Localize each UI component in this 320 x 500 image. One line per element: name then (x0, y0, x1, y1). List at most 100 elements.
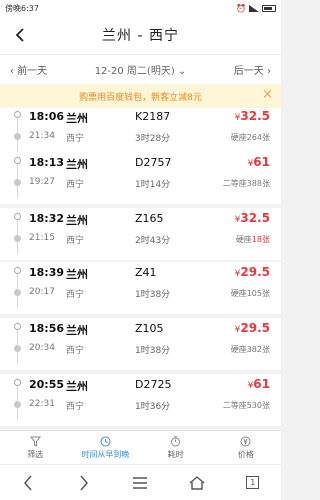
page-title: 兰州 - 西宁 (102, 28, 179, 44)
travel-duration: 3时28分 (135, 134, 171, 144)
seat-type: 二等座 (222, 401, 247, 410)
promo-banner[interactable]: 购票用百度钱包，新客立减8元 × (0, 84, 281, 108)
prev-day-button[interactable]: ‹ 前一天 (10, 62, 47, 77)
train-number: Z41 (135, 266, 157, 279)
tab-timer[interactable]: 耗时 (141, 431, 211, 464)
arrival-time: 19:27 (29, 177, 55, 187)
travel-duration: 1时36分 (135, 402, 171, 412)
train-number: Z165 (135, 212, 164, 225)
alarm-icon: ⏰ (236, 3, 246, 13)
origin-station: 兰州 (66, 268, 88, 281)
next-day-label: 后一天 (233, 66, 264, 77)
arrival-dot-icon (14, 133, 21, 140)
origin-station: 兰州 (66, 380, 88, 393)
ticket-price: ¥29.5 (235, 265, 270, 279)
tab-count: 1 (246, 476, 260, 489)
chevron-left-icon (15, 28, 24, 42)
seat-type: 硬座 (230, 133, 247, 142)
destination-station: 西宁 (66, 236, 85, 246)
tabs-button[interactable]: 1 (238, 469, 268, 497)
chevron-left-icon (24, 475, 32, 490)
departure-dot-icon (14, 213, 21, 220)
tab-label: 价格 (237, 449, 254, 459)
prev-day-label: 前一天 (17, 66, 48, 77)
destination-station: 西宁 (66, 402, 85, 412)
back-button[interactable] (10, 24, 30, 46)
departure-time: 18:32 (29, 212, 65, 225)
clock-icon (100, 436, 111, 449)
ticket-price: ¥61 (248, 377, 270, 391)
origin-station: 兰州 (66, 214, 88, 227)
seat-type: 二等座 (222, 179, 247, 188)
seat-count: 382张 (246, 345, 270, 354)
seat-availability: 硬座18张 (236, 234, 270, 245)
timer-icon (170, 435, 181, 449)
tab-price[interactable]: 价格 (211, 431, 281, 464)
close-icon[interactable]: × (262, 87, 273, 102)
nav-forward-button[interactable] (69, 469, 99, 497)
arrival-dot-icon (14, 289, 21, 296)
train-number: K2187 (135, 110, 171, 123)
tab-label: 时间从早到晚 (81, 449, 130, 459)
destination-station: 西宁 (66, 180, 85, 190)
chevron-right-icon (80, 475, 89, 490)
menu-button[interactable] (125, 469, 155, 497)
status-bar: 傍晚6:37 ⏰ (0, 0, 281, 16)
train-row[interactable]: 18:06 21:34 兰州 西宁 K2187 3时28分 ¥32.5 硬座264张 (0, 108, 281, 158)
status-time: 傍晚6:37 (5, 3, 39, 13)
train-row[interactable]: 18:56 20:34 兰州 西宁 Z105 1时38分 ¥29.5 硬座382张 (0, 318, 281, 370)
battery-icon (262, 4, 276, 12)
ticket-price: ¥29.5 (235, 321, 270, 335)
arrival-time: 21:15 (29, 233, 55, 243)
tab-clock[interactable]: 时间从早到晚 (70, 431, 140, 464)
nav-back-button[interactable] (13, 469, 43, 497)
seat-availability: 硬座105张 (231, 288, 270, 299)
destination-station: 西宁 (66, 290, 85, 300)
date-picker[interactable]: 12-20 周二(明天) ⌄ (95, 62, 187, 77)
departure-time: 18:13 (29, 156, 65, 169)
status-icons: ⏰ (236, 4, 276, 13)
train-number: D2757 (135, 156, 172, 169)
departure-time: 20:55 (29, 378, 65, 391)
ticket-price: ¥61 (248, 155, 270, 169)
tab-label: 耗时 (167, 449, 184, 459)
arrival-time: 21:34 (29, 131, 55, 141)
ticket-price: ¥32.5 (235, 109, 270, 123)
date-navigator: ‹ 前一天 12-20 周二(明天) ⌄ 后一天 › (0, 54, 281, 84)
travel-duration: 1时14分 (135, 180, 171, 190)
origin-station: 兰州 (66, 112, 88, 125)
departure-dot-icon (14, 379, 21, 386)
destination-station: 西宁 (66, 346, 85, 356)
chevron-down-icon: ⌄ (174, 66, 187, 77)
train-row[interactable]: 18:39 20:17 兰州 西宁 Z41 1时38分 ¥29.5 硬座105张 (0, 262, 281, 314)
tab-filter[interactable]: 筛选 (0, 431, 70, 464)
seat-type: 硬座 (230, 345, 247, 354)
origin-station: 兰州 (66, 158, 88, 171)
price-icon (240, 436, 251, 449)
seat-count: 530张 (246, 401, 270, 410)
seat-count: 18张 (251, 235, 270, 244)
chevron-right-icon: › (263, 66, 271, 77)
seat-availability: 硬座264张 (231, 132, 270, 143)
departure-dot-icon (14, 111, 21, 118)
train-row[interactable]: 18:13 19:27 兰州 西宁 D2757 1时14分 ¥61 二等座388张 (0, 152, 281, 204)
seat-availability: 硬座382张 (231, 344, 270, 355)
departure-dot-icon (14, 323, 21, 330)
home-button[interactable] (182, 469, 212, 497)
departure-time: 18:39 (29, 266, 65, 279)
train-row[interactable]: 20:55 22:31 兰州 西宁 D2725 1时36分 ¥61 二等座530张 (0, 374, 281, 426)
next-day-button[interactable]: 后一天 › (234, 62, 271, 77)
app-header: 兰州 - 西宁 (0, 16, 281, 54)
origin-station: 兰州 (66, 324, 88, 337)
train-row[interactable]: 18:32 21:15 兰州 西宁 Z165 2时43分 ¥32.5 硬座18张 (0, 208, 281, 260)
price-value: 61 (253, 377, 270, 391)
seat-availability: 二等座530张 (223, 400, 270, 411)
travel-duration: 1时38分 (135, 290, 171, 300)
home-icon (189, 475, 205, 490)
travel-duration: 1时38分 (135, 346, 171, 356)
departure-time: 18:56 (29, 322, 65, 335)
signal-icon (249, 4, 259, 12)
price-value: 32.5 (240, 211, 270, 225)
arrival-dot-icon (14, 401, 21, 408)
seat-type: 硬座 (230, 289, 247, 298)
